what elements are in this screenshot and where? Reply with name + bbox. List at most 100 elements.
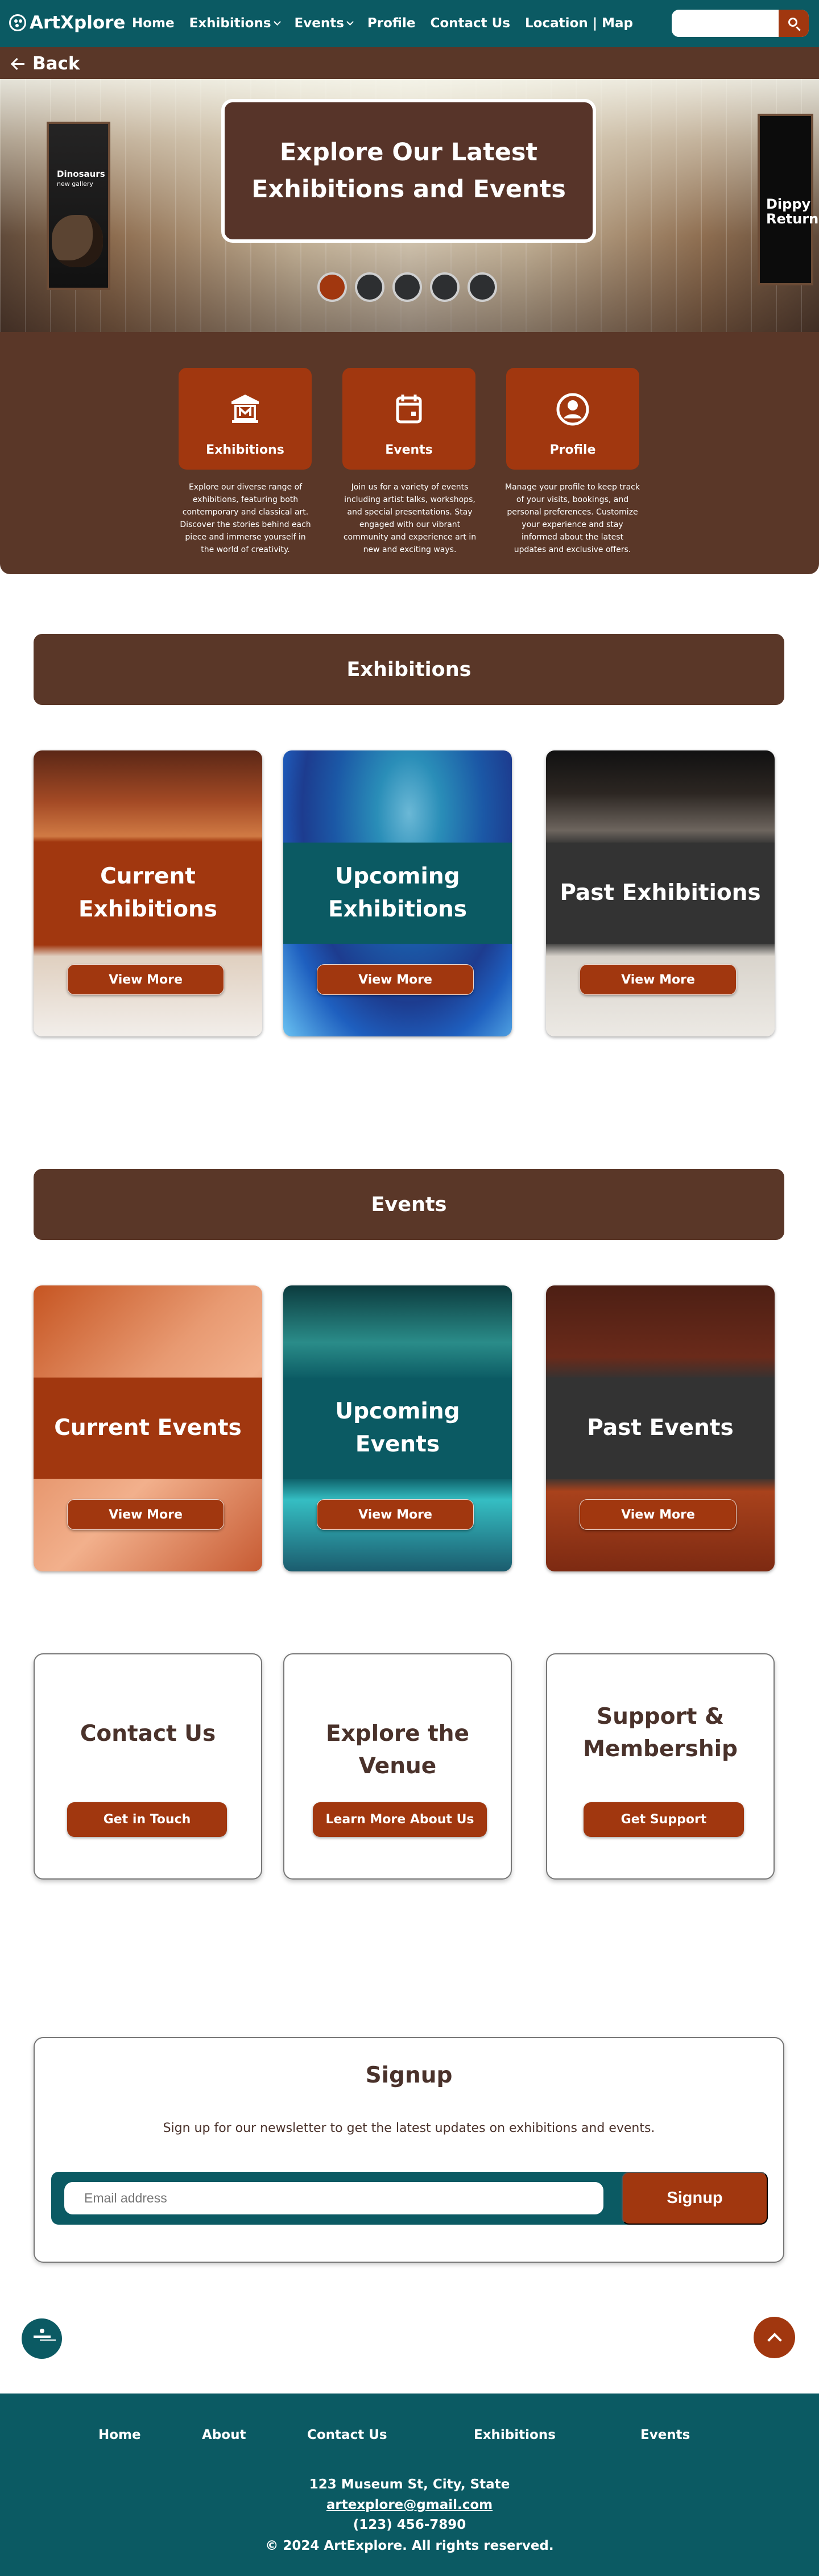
card-past-exhibitions[interactable]: Past Exhibitions View More: [546, 750, 775, 1036]
chevron-down-icon: [346, 18, 354, 26]
nav-contact[interactable]: Contact Us: [430, 16, 510, 31]
dippy-banner: Dippy Returns: [758, 114, 819, 285]
learn-more-button[interactable]: Learn More About Us: [313, 1802, 487, 1837]
card-past-events[interactable]: Past Events View More: [546, 1285, 775, 1571]
nav-exhibitions[interactable]: Exhibitions: [189, 16, 281, 31]
quick-links-section: Exhibitions Events Profile Explore our d…: [0, 332, 819, 574]
hero-title: Explore Our Latest Exhibitions and Event…: [251, 138, 566, 204]
carousel-dot-4[interactable]: [430, 272, 460, 302]
back-label: Back: [32, 53, 80, 74]
nav-links: Home Exhibitions Events Profile Contact …: [132, 16, 633, 31]
quick-link-label: Exhibitions: [206, 443, 284, 457]
calendar-icon: [396, 395, 422, 424]
dinosaurs-banner: Dinosaurs new gallery: [47, 122, 110, 290]
museum-icon: [231, 395, 259, 423]
nav-location[interactable]: Location | Map: [525, 16, 633, 31]
back-button[interactable]: Back: [10, 53, 80, 74]
events-heading: Events: [34, 1169, 784, 1240]
accessibility-button[interactable]: [22, 2318, 62, 2359]
signup-button[interactable]: Signup: [622, 2172, 768, 2225]
nav-home-label: Home: [132, 16, 175, 31]
banner-left-sub: new gallery: [57, 180, 93, 188]
footer-email-link[interactable]: artexplore@gmail.com: [0, 2498, 819, 2512]
arrow-left-icon: [10, 57, 25, 70]
quick-link-description: Explore our diverse range of exhibitions…: [180, 483, 311, 554]
view-more-button[interactable]: View More: [317, 1499, 474, 1530]
card-title: Upcoming Exhibitions: [283, 843, 512, 944]
view-more-button[interactable]: View More: [67, 964, 224, 995]
banner-left-title: Dinosaurs: [57, 169, 105, 179]
quick-link-description: Join us for a variety of events includin…: [343, 483, 477, 554]
profile-icon: [556, 393, 589, 426]
signup-description: Sign up for our newsletter to get the la…: [163, 2121, 655, 2135]
card-upcoming-events[interactable]: Upcoming Events View More: [283, 1285, 512, 1571]
carousel-dot-1[interactable]: [317, 272, 347, 302]
footer-link-exhibitions[interactable]: Exhibitions: [474, 2428, 556, 2442]
accessibility-icon: [31, 2328, 53, 2350]
get-in-touch-button[interactable]: Get in Touch: [67, 1802, 227, 1837]
nav-home[interactable]: Home: [132, 16, 175, 31]
nav-contact-label: Contact Us: [430, 16, 511, 31]
view-more-button[interactable]: View More: [580, 964, 737, 995]
get-support-button[interactable]: Get Support: [584, 1802, 744, 1837]
venue-card: Explore the Venue Learn More About Us: [283, 1653, 512, 1880]
search-button[interactable]: [779, 10, 809, 37]
exhibitions-heading: Exhibitions: [34, 634, 784, 705]
quick-link-events[interactable]: Events: [342, 368, 475, 470]
footer-link-contact[interactable]: Contact Us: [307, 2428, 387, 2442]
card-title: Past Events: [546, 1378, 775, 1479]
view-more-button[interactable]: View More: [317, 964, 474, 995]
quick-link-label: Profile: [549, 443, 596, 457]
nav-profile-label: Profile: [367, 16, 416, 31]
signup-title: Signup: [365, 2063, 453, 2088]
info-card-title: Explore the Venue: [326, 1721, 469, 1779]
card-title: Current Exhibitions: [34, 843, 262, 944]
support-card: Support & Membership Get Support: [546, 1653, 775, 1880]
view-more-button[interactable]: View More: [67, 1499, 224, 1530]
carousel-dot-5[interactable]: [468, 272, 497, 302]
footer: Home About Contact Us Exhibitions Events…: [0, 2394, 819, 2576]
nav-profile[interactable]: Profile: [367, 16, 416, 31]
carousel-dot-3[interactable]: [392, 272, 422, 302]
contact-card: Contact Us Get in Touch: [34, 1653, 262, 1880]
quick-link-profile[interactable]: Profile: [506, 368, 639, 470]
hero-carousel: Dinosaurs new gallery Dippy Returns Expl…: [0, 79, 819, 332]
palette-icon: [9, 14, 26, 31]
scroll-to-top-button[interactable]: [754, 2317, 795, 2358]
card-title: Upcoming Events: [283, 1378, 512, 1479]
card-current-events[interactable]: Current Events View More: [34, 1285, 262, 1571]
dinosaur-figure: [52, 215, 103, 267]
chevron-down-icon: [273, 18, 281, 26]
search-icon: [788, 18, 797, 27]
footer-link-about[interactable]: About: [202, 2428, 246, 2442]
search-input[interactable]: [672, 10, 779, 37]
footer-address: 123 Museum St, City, State: [309, 2477, 510, 2492]
carousel-dots: [317, 272, 497, 302]
back-bar: Back: [0, 47, 819, 79]
quick-link-label: Events: [385, 443, 433, 457]
nav-events-label: Events: [294, 16, 344, 31]
arrow-up-icon: [767, 2333, 782, 2347]
carousel-dot-2[interactable]: [355, 272, 384, 302]
nav-events[interactable]: Events: [294, 16, 354, 31]
card-title: Current Events: [34, 1378, 262, 1479]
nav-exhibitions-label: Exhibitions: [189, 16, 271, 31]
card-title: Past Exhibitions: [546, 843, 775, 944]
info-card-title: Support & Membership: [583, 1704, 738, 1762]
hero-title-card: Explore Our Latest Exhibitions and Event…: [221, 99, 596, 243]
signup-form: Signup: [51, 2172, 768, 2225]
footer-link-home[interactable]: Home: [98, 2428, 141, 2442]
banner-right-title: Dippy Returns: [766, 196, 819, 227]
brand-name: ArtXplore: [30, 13, 126, 33]
quick-link-exhibitions[interactable]: Exhibitions: [179, 368, 312, 470]
card-upcoming-exhibitions[interactable]: Upcoming Exhibitions View More: [283, 750, 512, 1036]
view-more-button[interactable]: View More: [580, 1499, 737, 1530]
footer-phone: (123) 456-7890: [353, 2517, 466, 2532]
info-card-title: Contact Us: [80, 1721, 216, 1747]
email-input[interactable]: [64, 2182, 603, 2214]
brand-logo[interactable]: ArtXplore: [9, 13, 125, 33]
card-current-exhibitions[interactable]: Current Exhibitions View More: [34, 750, 262, 1036]
footer-link-events[interactable]: Events: [640, 2428, 690, 2442]
footer-copyright: © 2024 ArtExplore. All rights reserved.: [265, 2538, 554, 2553]
nav-location-label: Location | Map: [525, 16, 633, 31]
